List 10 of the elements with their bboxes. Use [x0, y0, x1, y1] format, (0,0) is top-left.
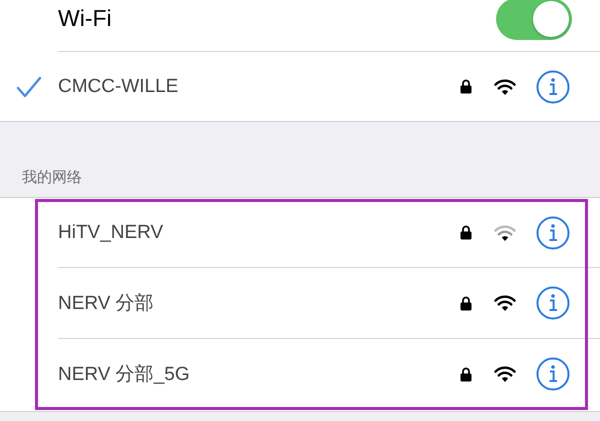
network-name: CMCC-WILLE — [58, 76, 178, 98]
info-icon[interactable] — [536, 357, 570, 391]
info-icon[interactable] — [536, 70, 570, 104]
info-icon[interactable] — [536, 286, 570, 320]
network-name: NERV 分部_5G — [58, 363, 190, 387]
network-name: HiTV_NERV — [58, 222, 164, 244]
wifi-toggle[interactable] — [496, 0, 572, 40]
wifi-label: Wi-Fi — [58, 5, 112, 32]
network-name: NERV 分部 — [58, 292, 154, 316]
info-icon[interactable] — [536, 216, 570, 250]
